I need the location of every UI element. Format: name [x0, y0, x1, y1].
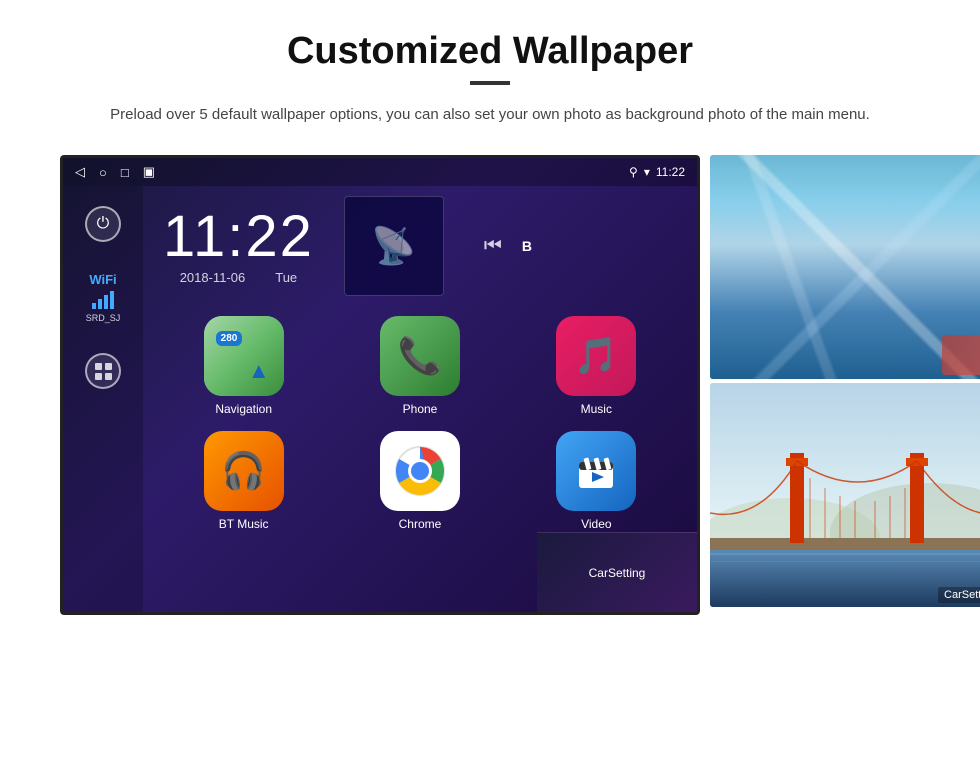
- bluetooth-label: B: [522, 238, 532, 254]
- clock-date: 2018-11-06 Tue: [163, 270, 314, 285]
- sidebar: ⏻ WiFi SRD_SJ: [63, 186, 143, 612]
- phone-label: Phone: [403, 402, 438, 416]
- screenshot-icon: ▣: [143, 164, 155, 180]
- carsetting-label: CarSetting: [589, 566, 646, 580]
- navigation-app-icon: 280 ▲: [204, 316, 284, 396]
- app-item-music[interactable]: 🎵 Music: [516, 316, 677, 416]
- apps-dot: [95, 373, 102, 380]
- status-right: ⚲ ▾ 11:22: [629, 165, 685, 179]
- wallpaper-panels: CarSetting: [710, 155, 980, 607]
- title-divider: [470, 81, 510, 85]
- carsetting-overlay-label: CarSetting: [938, 587, 980, 603]
- chrome-svg: [392, 443, 448, 499]
- wallpaper-panel-bridge[interactable]: CarSetting: [710, 383, 980, 607]
- apps-grid-icon: [91, 359, 116, 384]
- media-widget[interactable]: 📡: [344, 196, 444, 296]
- wifi-network: SRD_SJ: [86, 313, 121, 323]
- wifi-bar-1: [92, 303, 96, 309]
- app-grid: 280 ▲ Navigation 📞 Phone: [163, 316, 677, 531]
- music-app-icon: 🎵: [556, 316, 636, 396]
- ice-cracks: [710, 155, 980, 379]
- app-item-navigation[interactable]: 280 ▲ Navigation: [163, 316, 324, 416]
- prev-track-icon[interactable]: ⏮: [484, 235, 502, 258]
- app-item-phone[interactable]: 📞 Phone: [339, 316, 500, 416]
- wifi-label: WiFi: [86, 272, 121, 287]
- status-left: ◁ ○ □ ▣: [75, 164, 155, 180]
- chrome-label: Chrome: [399, 517, 442, 531]
- status-time: 11:22: [656, 165, 685, 179]
- date-text: 2018-11-06: [180, 270, 246, 285]
- app-item-chrome[interactable]: Chrome: [339, 431, 500, 531]
- wifi-bar-4: [110, 291, 114, 309]
- nav-road-badge: 280: [216, 331, 243, 346]
- video-clapper-svg: [571, 446, 621, 496]
- wifi-bar-3: [104, 295, 108, 309]
- carsetting-area[interactable]: CarSetting: [537, 532, 697, 612]
- page-subtitle: Preload over 5 default wallpaper options…: [60, 103, 920, 127]
- back-icon[interactable]: ◁: [75, 164, 85, 180]
- video-app-icon: [556, 431, 636, 511]
- wifi-bar-2: [98, 299, 102, 309]
- clock-section: 11:22 2018-11-06 Tue 📡 ⏮ B: [163, 196, 677, 296]
- phone-app-icon: 📞: [380, 316, 460, 396]
- location-icon: ⚲: [629, 165, 638, 179]
- bridge-svg: [710, 383, 980, 607]
- android-screen: ◁ ○ □ ▣ ⚲ ▾ 11:22 ⏻ WiFi: [60, 155, 700, 615]
- wallpaper-panel-ice[interactable]: [710, 155, 980, 379]
- clock-display: 11:22 2018-11-06 Tue: [163, 208, 314, 285]
- day-text: Tue: [275, 270, 297, 285]
- app-item-video[interactable]: Video: [516, 431, 677, 531]
- apps-dot: [105, 373, 112, 380]
- bt-music-label: BT Music: [219, 517, 269, 531]
- video-label: Video: [581, 517, 611, 531]
- music-label: Music: [581, 402, 612, 416]
- apps-button[interactable]: [85, 353, 121, 389]
- chrome-app-icon: [380, 431, 460, 511]
- navigation-label: Navigation: [215, 402, 272, 416]
- apps-dot: [105, 363, 112, 370]
- apps-dot: [95, 363, 102, 370]
- device-wrapper: ◁ ○ □ ▣ ⚲ ▾ 11:22 ⏻ WiFi: [60, 155, 920, 615]
- wifi-widget[interactable]: WiFi SRD_SJ: [86, 272, 121, 323]
- wifi-icon: ▾: [644, 165, 650, 179]
- clock-time: 11:22: [163, 208, 314, 266]
- status-bar: ◁ ○ □ ▣ ⚲ ▾ 11:22: [63, 158, 697, 186]
- nav-pin-icon: ▲: [248, 358, 270, 384]
- media-controls: ⏮ B: [484, 235, 532, 258]
- page-wrapper: Customized Wallpaper Preload over 5 defa…: [0, 0, 980, 635]
- app-item-bt-music[interactable]: 🎧 BT Music: [163, 431, 324, 531]
- home-icon[interactable]: ○: [99, 165, 107, 180]
- recent-icon[interactable]: □: [121, 165, 129, 180]
- power-button[interactable]: ⏻: [85, 206, 121, 242]
- bt-music-app-icon: 🎧: [204, 431, 284, 511]
- media-broadcast-icon: 📡: [371, 225, 416, 267]
- wifi-bars: [86, 291, 121, 309]
- page-title: Customized Wallpaper: [60, 30, 920, 73]
